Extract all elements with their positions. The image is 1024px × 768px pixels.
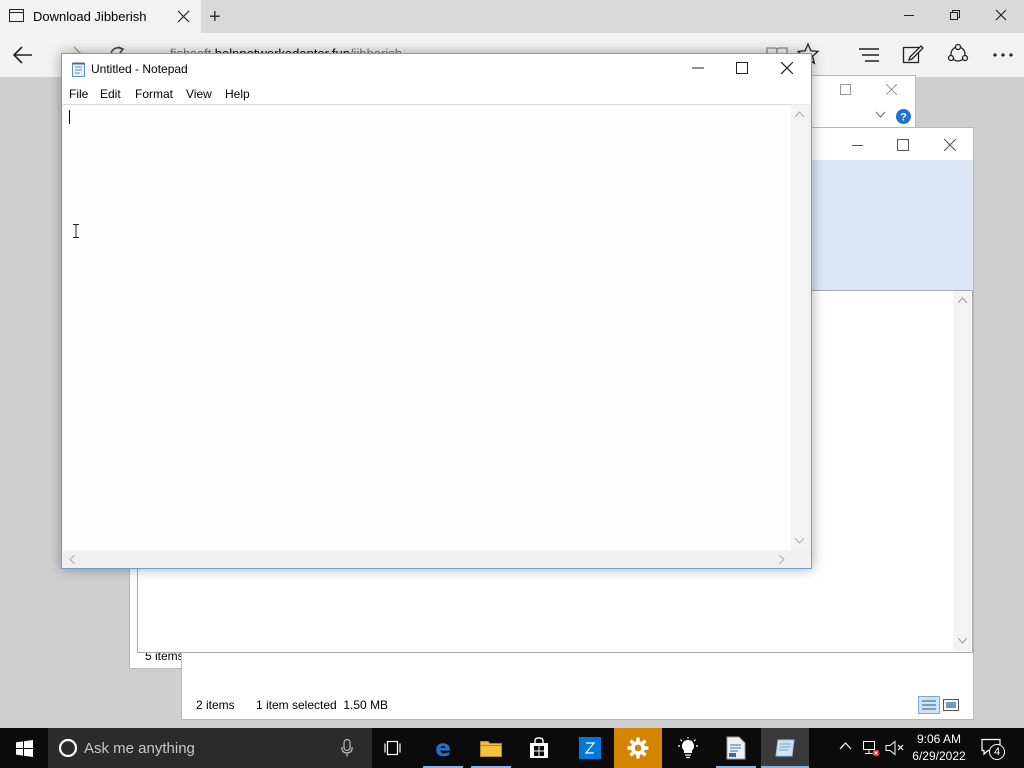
share-icon[interactable] (946, 43, 970, 65)
notepad-icon (71, 62, 86, 77)
explorer-status-bar: 2 items 1 item selected 1.50 MB (182, 691, 973, 719)
ibeam-cursor-icon (72, 224, 80, 238)
notification-count-badge: 4 (989, 744, 1005, 760)
status-selection: 1 item selected 1.50 MB (256, 698, 389, 712)
taskbar-file-explorer[interactable] (467, 728, 515, 768)
more-icon[interactable] (992, 52, 1014, 58)
start-button[interactable] (0, 728, 48, 768)
taskbar-settings[interactable] (614, 728, 662, 768)
windows-logo-icon (16, 740, 33, 757)
taskbar-tips[interactable] (663, 728, 711, 768)
search-placeholder: Ask me anything (84, 740, 195, 757)
close-window-icon[interactable] (995, 9, 1007, 21)
notepad-icon (774, 737, 796, 759)
notepad-menu-bar: File Edit Format View Help (62, 84, 811, 104)
notepad-text-area[interactable] (63, 104, 808, 551)
taskbar-document-app[interactable] (712, 728, 760, 768)
scroll-down-icon[interactable] (795, 538, 804, 544)
tab-page-icon (9, 9, 24, 22)
menu-help[interactable]: Help (225, 87, 250, 101)
edge-icon: e (432, 737, 454, 759)
status-item-count: 2 items (196, 698, 235, 712)
new-tab-button[interactable]: + (209, 6, 221, 29)
network-icon[interactable] (862, 740, 880, 757)
svg-text:e: e (435, 737, 451, 759)
microphone-icon[interactable] (341, 739, 353, 757)
horizontal-scrollbar[interactable] (63, 550, 808, 567)
task-view-button[interactable] (368, 728, 416, 768)
menu-edit[interactable]: Edit (100, 87, 121, 101)
menu-file[interactable]: File (69, 87, 88, 101)
notepad-window: Untitled - Notepad File Edit Format View… (61, 53, 812, 569)
browser-tab[interactable]: Download Jibberish (0, 0, 201, 33)
folder-icon (480, 738, 502, 757)
details-view-icon[interactable] (918, 696, 940, 714)
close-icon[interactable] (781, 62, 793, 74)
action-center-icon[interactable]: 4 (981, 738, 1005, 760)
help-icon[interactable]: ? (896, 109, 911, 124)
tab-title: Download Jibberish (33, 9, 147, 24)
taskbar: Ask me anything e 9:06 AM 6/29/2022 4 (0, 728, 1024, 768)
notepad-titlebar[interactable]: Untitled - Notepad (62, 54, 811, 84)
volume-muted-icon[interactable] (885, 740, 905, 756)
menu-view[interactable]: View (186, 87, 212, 101)
clock-date[interactable]: 6/29/2022 (903, 749, 975, 763)
close-icon[interactable] (177, 10, 190, 23)
back-arrow-icon[interactable] (12, 45, 34, 65)
cortana-ring-icon (58, 738, 78, 758)
window-title: Untitled - Notepad (91, 62, 188, 76)
scroll-up-icon[interactable] (958, 297, 967, 303)
chevron-down-icon[interactable] (875, 111, 886, 119)
svg-text:?: ? (900, 112, 907, 124)
taskbar-notepad[interactable] (761, 728, 809, 768)
minimize-icon[interactable] (852, 140, 863, 151)
scroll-right-icon[interactable] (779, 555, 785, 564)
maximize-icon[interactable] (897, 139, 909, 151)
scroll-left-icon[interactable] (69, 555, 75, 564)
search-box[interactable]: Ask me anything (48, 728, 372, 768)
maximize-icon[interactable] (736, 62, 748, 74)
clock-time[interactable]: 9:06 AM (909, 732, 969, 746)
pen-icon[interactable] (902, 43, 924, 65)
close-icon[interactable] (944, 139, 956, 151)
minimize-icon[interactable] (692, 67, 704, 69)
hub-icon[interactable] (858, 45, 880, 65)
close-icon[interactable] (886, 84, 897, 95)
chevron-up-icon[interactable] (839, 742, 852, 750)
large-icons-view-icon[interactable] (943, 697, 959, 713)
gear-icon (627, 737, 649, 759)
vertical-scrollbar[interactable] (953, 291, 971, 651)
restore-icon[interactable] (949, 9, 961, 21)
menu-format[interactable]: Format (135, 87, 173, 101)
scroll-down-icon[interactable] (958, 638, 967, 644)
browser-tab-bar: Download Jibberish + (0, 0, 1024, 33)
lightbulb-icon (677, 737, 699, 759)
text-caret (69, 110, 70, 124)
task-view-icon (383, 740, 402, 756)
taskbar-store[interactable] (515, 728, 563, 768)
maximize-icon[interactable] (840, 84, 851, 95)
minimize-icon[interactable] (903, 9, 915, 21)
vertical-scrollbar[interactable] (791, 104, 808, 550)
document-icon (726, 736, 746, 760)
store-icon (529, 737, 549, 759)
blue-app-icon (579, 737, 601, 759)
taskbar-edge[interactable]: e (419, 728, 467, 768)
scroll-up-icon[interactable] (795, 111, 804, 117)
taskbar-app-blue[interactable] (566, 728, 614, 768)
